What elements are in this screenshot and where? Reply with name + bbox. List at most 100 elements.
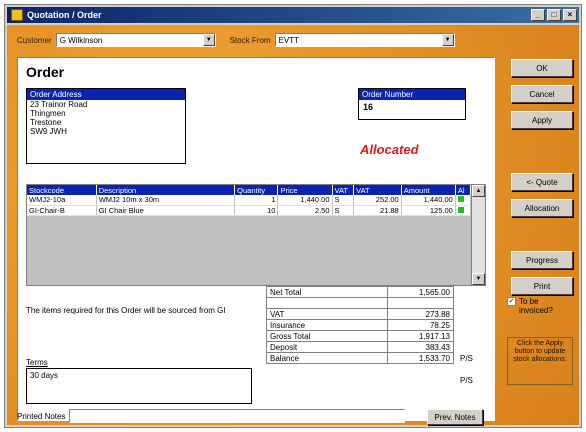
totals-label (266, 297, 388, 309)
stock-from-combo[interactable]: EVTT ▼ (274, 33, 455, 47)
cell-allocated (455, 195, 472, 206)
col-amount[interactable]: Amount (401, 185, 456, 195)
col-allocated[interactable]: Al (455, 185, 472, 195)
grid-scrollbar[interactable]: ▲ ▼ (471, 185, 485, 285)
to-be-invoiced-checkbox[interactable]: ✓ (507, 297, 516, 306)
totals-row: Insurance 78.25 (266, 319, 454, 331)
cell-stockcode: WMJ2-10a (27, 195, 97, 206)
chevron-down-icon[interactable]: ▼ (441, 34, 454, 46)
to-be-invoiced-row[interactable]: ✓ To be invoiced? (507, 297, 571, 315)
col-vat-code[interactable]: VAT (332, 185, 355, 195)
maximize-button[interactable]: □ (547, 9, 561, 21)
totals-row: VAT 273.88 (266, 308, 454, 320)
printed-notes-label: Printed Notes (17, 411, 66, 421)
order-number-header: Order Number (359, 89, 465, 100)
stock-from-label: Stock From (229, 35, 271, 45)
cell-amount: 125.00 (401, 205, 456, 216)
order-address-box[interactable]: Order Address 23 Trainor Road Thingmen T… (26, 88, 186, 164)
scroll-down-icon[interactable]: ▼ (472, 273, 485, 285)
cell-stockcode: GI-Chair-B (27, 205, 97, 216)
customer-combo[interactable]: G Wilkinson ▼ (55, 33, 216, 47)
cell-vat: 21.88 (353, 205, 402, 216)
stock-from-value: EVTT (278, 35, 300, 45)
order-lines-table: Stockcode Description Quantity Price VAT… (27, 185, 472, 216)
title-bar[interactable]: Quotation / Order _ □ × (7, 7, 579, 23)
customer-value: G Wilkinson (59, 35, 103, 45)
table-row[interactable]: WMJ2-10a WMJ2 10m x 30m 1 1,440.00 S 252… (27, 195, 472, 206)
cell-quantity: 1 (234, 195, 279, 206)
cell-description: WMJ2 10m x 30m (96, 195, 236, 206)
quote-button[interactable]: <- Quote (511, 173, 573, 191)
window-content: Customer G Wilkinson ▼ Stock From EVTT ▼… (7, 25, 579, 425)
totals-value (387, 297, 454, 309)
apply-button[interactable]: Apply (511, 111, 573, 129)
close-button[interactable]: × (563, 9, 577, 21)
chevron-down-icon[interactable]: ▼ (202, 34, 215, 46)
cancel-button[interactable]: Cancel (511, 85, 573, 103)
cell-price: 2.50 (277, 205, 333, 216)
window-controls: _ □ × (531, 9, 577, 21)
col-price[interactable]: Price (277, 185, 333, 195)
totals-label: Deposit (266, 341, 388, 353)
prev-notes-button[interactable]: Prev. Notes (427, 409, 483, 425)
grid-empty-area (27, 218, 471, 285)
cell-quantity: 10 (234, 205, 279, 216)
source-note: The items required for this Order will b… (26, 306, 226, 315)
cell-vat-code: S (332, 195, 355, 206)
cell-vat: 252.00 (353, 195, 402, 206)
col-description[interactable]: Description (96, 185, 236, 195)
order-address-header: Order Address (27, 89, 185, 100)
terms-label: Terms (26, 358, 48, 367)
col-quantity[interactable]: Quantity (234, 185, 279, 195)
page-title: Order (26, 64, 65, 80)
totals-row: Net Total 1,565.00 (266, 286, 454, 298)
col-vat[interactable]: VAT (353, 185, 402, 195)
scroll-up-icon[interactable]: ▲ (472, 185, 485, 197)
cell-vat-code: S (332, 205, 355, 216)
address-line: Thingmen (30, 109, 66, 118)
totals-label: VAT (266, 308, 388, 320)
order-lines-grid[interactable]: Stockcode Description Quantity Price VAT… (26, 184, 486, 286)
address-line: Trestone (30, 118, 62, 127)
address-line: SW9 JWH (30, 127, 67, 136)
cell-allocated (455, 205, 472, 216)
totals-label: Net Total (266, 286, 388, 298)
cell-amount: 1,440.00 (401, 195, 456, 206)
totals-row (266, 297, 454, 309)
header-row: Customer G Wilkinson ▼ Stock From EVTT ▼ (17, 33, 455, 47)
terms-field[interactable]: 30 days (26, 368, 252, 404)
app-icon (11, 9, 23, 21)
progress-button[interactable]: Progress (511, 251, 573, 269)
totals-label: Balance (266, 352, 388, 364)
totals-value: 1,533.70 (387, 352, 454, 364)
deposit-pf-label: P/S (460, 376, 473, 385)
allocation-button[interactable]: Allocation (511, 199, 573, 217)
order-number-box[interactable]: Order Number 16 (358, 88, 466, 120)
totals-label: Gross Total (266, 330, 388, 342)
totals-label: Insurance (266, 319, 388, 331)
address-line: 23 Trainor Road (30, 100, 88, 109)
totals-value: 1,565.00 (387, 286, 454, 298)
to-be-invoiced-label: To be invoiced? (519, 297, 553, 315)
totals-value[interactable]: 383.43 (387, 341, 454, 353)
ok-button[interactable]: OK (511, 59, 573, 77)
col-stockcode[interactable]: Stockcode (27, 185, 97, 195)
insurance-pf-label: P/S (460, 354, 473, 363)
totals-row: Gross Total 1,917.13 (266, 330, 454, 342)
allocated-indicator-icon (457, 206, 464, 213)
status-badge: Allocated (360, 142, 419, 157)
table-row[interactable]: GI-Chair-B GI Chair Blue 10 2.50 S 21.88… (27, 205, 472, 216)
customer-label: Customer (17, 35, 52, 45)
totals-value[interactable]: 78.25 (387, 319, 454, 331)
print-button[interactable]: Print (511, 277, 573, 295)
table-header-row: Stockcode Description Quantity Price VAT… (27, 185, 472, 195)
allocated-indicator-icon (457, 196, 464, 203)
cell-price: 1,440.00 (277, 195, 333, 206)
window-title: Quotation / Order (27, 10, 102, 20)
order-number-value: 16 (363, 102, 374, 112)
minimize-button[interactable]: _ (531, 9, 545, 21)
printed-notes-input[interactable] (69, 409, 406, 423)
totals-value: 1,917.13 (387, 330, 454, 342)
quotation-order-window: Quotation / Order _ □ × Customer G Wilki… (4, 4, 582, 428)
totals-row: Balance 1,533.70 (266, 352, 454, 364)
